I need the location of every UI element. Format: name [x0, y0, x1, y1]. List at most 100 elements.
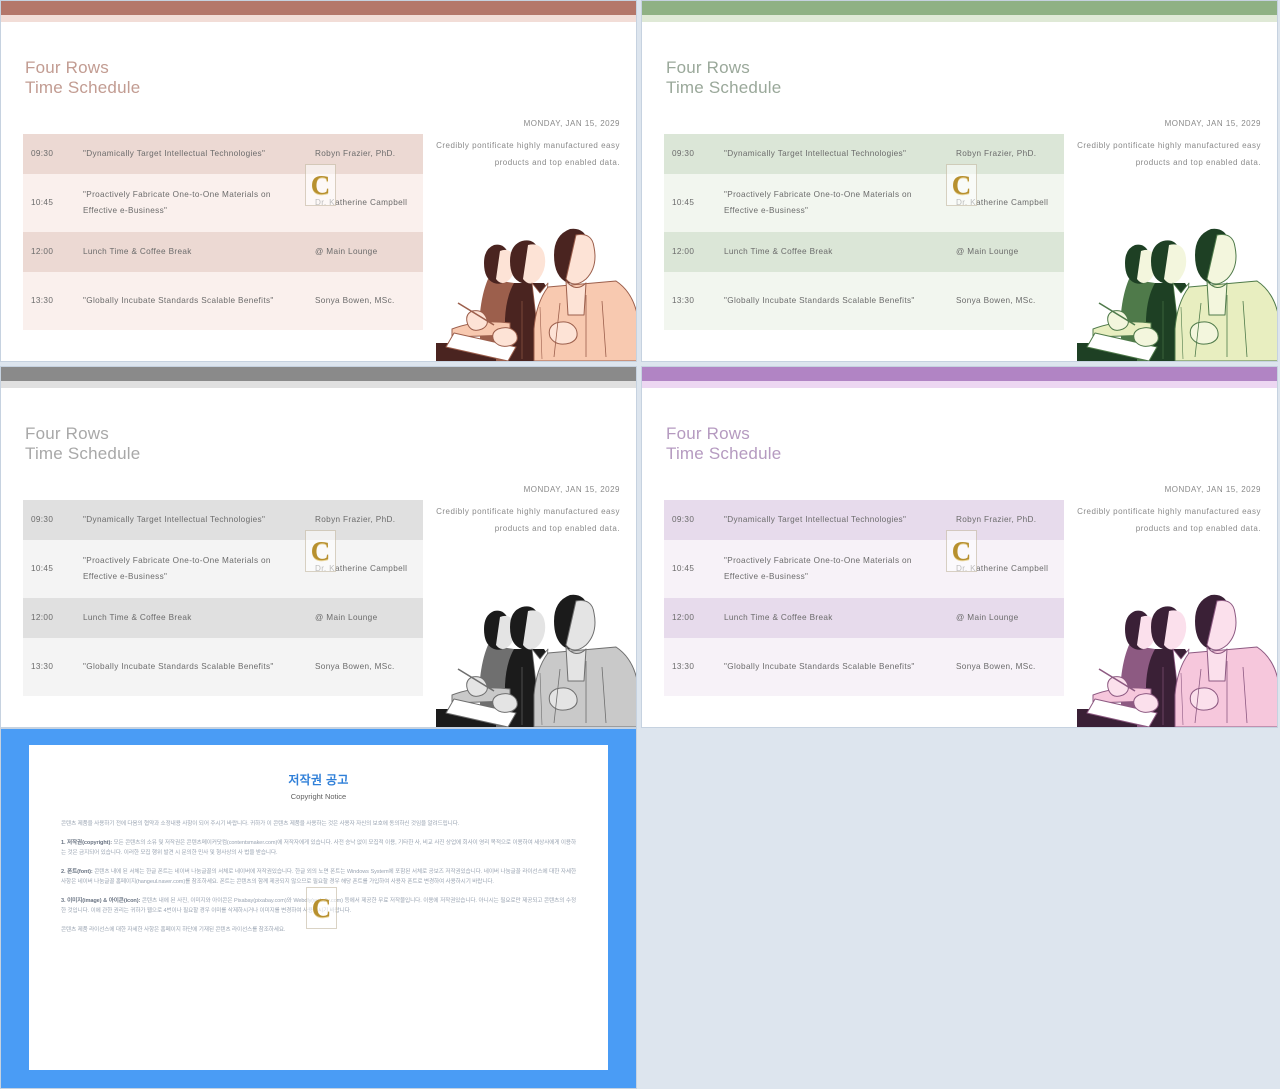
page-title: Four Rows Time Schedule	[666, 424, 782, 463]
page-title: Four Rows Time Schedule	[25, 424, 141, 463]
copyright-panel: 저작권 공고 Copyright Notice 콘텐츠 제품을 사용하기 전에 …	[0, 728, 637, 1089]
slide-purple[interactable]: Four Rows Time Schedule 09:30 "Dynamical…	[641, 366, 1278, 728]
meta-block: MONDAY, JAN 15, 2029 Credibly pontificat…	[424, 485, 620, 537]
row-speaker: @ Main Lounge	[956, 247, 1019, 256]
row-topic: Lunch Time & Coffee Break	[724, 247, 833, 256]
row-speaker: Dr. Katherine Campbell	[956, 564, 1049, 573]
row-topic: "Dynamically Target Intellectual Technol…	[724, 149, 907, 158]
meta-block: MONDAY, JAN 15, 2029 Credibly pontificat…	[424, 119, 620, 171]
schedule-blurb: Credibly pontificate highly manufactured…	[436, 141, 620, 167]
slide-topbar-accent	[642, 15, 1277, 22]
table-row: 12:00 Lunch Time & Coffee Break @ Main L…	[664, 598, 1064, 638]
row-time: 10:45	[672, 198, 695, 207]
table-row: 09:30 "Dynamically Target Intellectual T…	[23, 500, 423, 540]
table-row: 13:30 "Globally Incubate Standards Scala…	[23, 638, 423, 696]
row-speaker: Sonya Bowen, MSc.	[315, 296, 395, 305]
audience-illustration	[1077, 594, 1277, 727]
row-speaker: Dr. Katherine Campbell	[315, 564, 408, 573]
row-time: 13:30	[31, 662, 54, 671]
row-speaker: Dr. Katherine Campbell	[315, 198, 408, 207]
schedule-date: MONDAY, JAN 15, 2029	[523, 485, 620, 494]
slide-topbar-accent	[1, 15, 636, 22]
row-topic: "Dynamically Target Intellectual Technol…	[724, 515, 907, 524]
table-row: 09:30 "Dynamically Target Intellectual T…	[664, 134, 1064, 174]
page-root: Four Rows Time Schedule 09:30 "Dynamical…	[0, 0, 1280, 1089]
slide-rose[interactable]: Four Rows Time Schedule 09:30 "Dynamical…	[0, 0, 637, 362]
audience-illustration	[436, 594, 636, 727]
row-speaker: Sonya Bowen, MSc.	[956, 662, 1036, 671]
schedule-date: MONDAY, JAN 15, 2029	[523, 119, 620, 128]
row-time: 12:00	[31, 613, 54, 622]
schedule-blurb: Credibly pontificate highly manufactured…	[436, 507, 620, 533]
illustration	[436, 183, 636, 361]
table-row: 12:00 Lunch Time & Coffee Break @ Main L…	[23, 232, 423, 272]
page-filler	[637, 728, 1280, 1089]
row-time: 10:45	[31, 198, 54, 207]
row-topic: "Proactively Fabricate One-to-One Materi…	[83, 190, 271, 215]
copyright-paragraph: 콘텐츠 제품을 사용하기 전에 다음의 협약과 소정내용 사항이 되어 주시기 …	[61, 821, 460, 827]
schedule-date: MONDAY, JAN 15, 2029	[1164, 485, 1261, 494]
slide-gray[interactable]: Four Rows Time Schedule 09:30 "Dynamical…	[0, 366, 637, 728]
table-row: 12:00 Lunch Time & Coffee Break @ Main L…	[664, 232, 1064, 272]
schedule-blurb: Credibly pontificate highly manufactured…	[1077, 507, 1261, 533]
row-time: 13:30	[672, 296, 695, 305]
copyright-title: 저작권 공고	[288, 773, 349, 787]
row-topic: "Globally Incubate Standards Scalable Be…	[724, 662, 915, 671]
table-row: 13:30 "Globally Incubate Standards Scala…	[664, 272, 1064, 330]
table-row: 10:45 "Proactively Fabricate One-to-One …	[23, 174, 423, 232]
meta-block: MONDAY, JAN 15, 2029 Credibly pontificat…	[1065, 485, 1261, 537]
page-title: Four Rows Time Schedule	[25, 58, 141, 97]
slide-green[interactable]: Four Rows Time Schedule 09:30 "Dynamical…	[641, 0, 1278, 362]
schedule-date: MONDAY, JAN 15, 2029	[1164, 119, 1261, 128]
copyright-subtitle: Copyright Notice	[290, 792, 347, 801]
row-topic: "Proactively Fabricate One-to-One Materi…	[83, 556, 271, 581]
row-topic: Lunch Time & Coffee Break	[83, 247, 192, 256]
slide-topbar-accent	[642, 381, 1277, 388]
copyright-paragraph: 3. 이미지(image) & 아이콘(icon): 콘텐츠 내에 된 사진, …	[61, 898, 576, 914]
row-topic: "Dynamically Target Intellectual Technol…	[83, 149, 266, 158]
audience-illustration	[1077, 228, 1277, 361]
row-speaker: Sonya Bowen, MSc.	[315, 662, 395, 671]
slide-topbar	[642, 367, 1277, 381]
meta-block: MONDAY, JAN 15, 2029 Credibly pontificat…	[1065, 119, 1261, 171]
row-time: 12:00	[31, 247, 54, 256]
row-speaker: Robyn Frazier, PhD.	[956, 515, 1037, 524]
row-time: 09:30	[31, 515, 54, 524]
table-row: 10:45 "Proactively Fabricate One-to-One …	[664, 540, 1064, 598]
row-speaker: Sonya Bowen, MSc.	[956, 296, 1036, 305]
row-topic: Lunch Time & Coffee Break	[83, 613, 192, 622]
row-time: 09:30	[672, 515, 695, 524]
copyright-para-lead: 3. 이미지(image) & 아이콘(icon):	[61, 898, 141, 904]
row-speaker: @ Main Lounge	[956, 613, 1019, 622]
row-speaker: @ Main Lounge	[315, 247, 378, 256]
table-row: 10:45 "Proactively Fabricate One-to-One …	[664, 174, 1064, 232]
table-row: 13:30 "Globally Incubate Standards Scala…	[23, 272, 423, 330]
copyright-paragraph: 콘텐츠 제품 라이선스에 대한 자세한 사항은 홈페이지 하단에 기재된 콘텐츠…	[61, 927, 286, 933]
row-speaker: @ Main Lounge	[315, 613, 378, 622]
audience-illustration	[436, 228, 636, 361]
copyright-para-lead: 1. 저작권(copyright):	[61, 840, 112, 846]
table-row: 12:00 Lunch Time & Coffee Break @ Main L…	[23, 598, 423, 638]
row-time: 09:30	[31, 149, 54, 158]
schedule-table: 09:30 "Dynamically Target Intellectual T…	[23, 500, 423, 696]
row-speaker: Robyn Frazier, PhD.	[956, 149, 1037, 158]
row-time: 09:30	[672, 149, 695, 158]
copyright-para-lead: 2. 폰트(font):	[61, 869, 93, 875]
row-time: 13:30	[672, 662, 695, 671]
slide-topbar-accent	[1, 381, 636, 388]
table-row: 13:30 "Globally Incubate Standards Scala…	[664, 638, 1064, 696]
schedule-table: 09:30 "Dynamically Target Intellectual T…	[664, 500, 1064, 696]
row-speaker: Robyn Frazier, PhD.	[315, 515, 396, 524]
row-topic: "Globally Incubate Standards Scalable Be…	[724, 296, 915, 305]
illustration	[1077, 549, 1277, 727]
row-topic: "Proactively Fabricate One-to-One Materi…	[724, 190, 912, 215]
row-topic: "Globally Incubate Standards Scalable Be…	[83, 662, 274, 671]
row-time: 12:00	[672, 247, 695, 256]
schedule-blurb: Credibly pontificate highly manufactured…	[1077, 141, 1261, 167]
copyright-paragraph: 2. 폰트(font): 콘텐츠 내에 된 서체는 한글 폰트는 네이버 나눔글…	[61, 869, 576, 885]
copyright-body: 콘텐츠 제품을 사용하기 전에 다음의 협약과 소정내용 사항이 되어 주시기 …	[61, 819, 576, 935]
illustration	[1077, 183, 1277, 361]
table-row: 09:30 "Dynamically Target Intellectual T…	[664, 500, 1064, 540]
row-topic: Lunch Time & Coffee Break	[724, 613, 833, 622]
row-time: 12:00	[672, 613, 695, 622]
